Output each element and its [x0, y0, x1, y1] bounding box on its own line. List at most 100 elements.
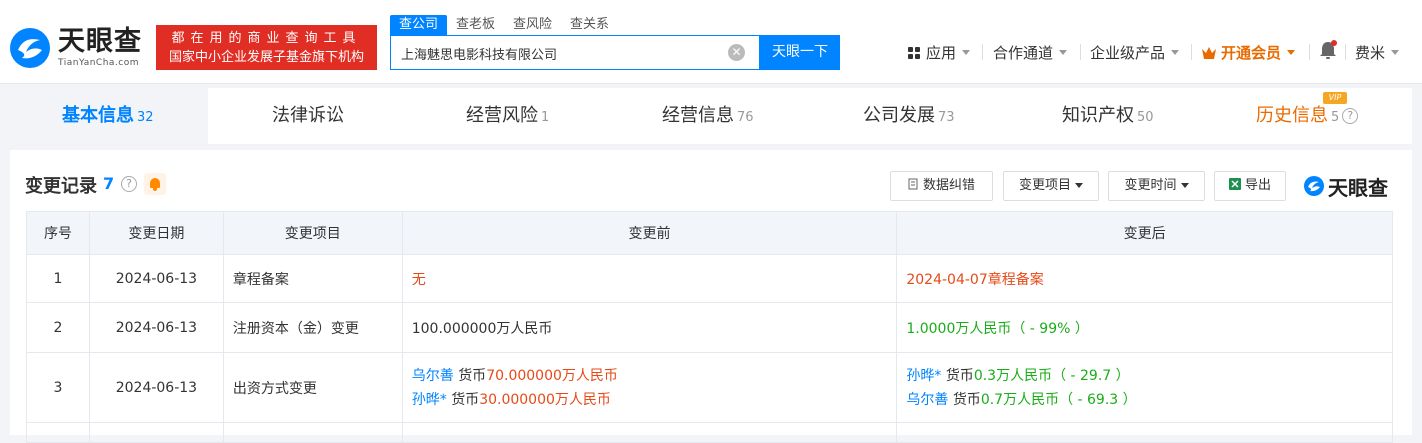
table-row: [26, 422, 1393, 443]
monitor-bell-icon[interactable]: [144, 173, 166, 195]
col-header-before: 变更前: [401, 211, 898, 255]
search-tab-risk[interactable]: 查风险: [504, 15, 561, 35]
search-input-value[interactable]: 上海魅思电影科技有限公司: [401, 44, 557, 63]
table-row: 1 2024-06-13 章程备案 无 2024-04-07章程备案: [26, 254, 1393, 303]
contribution-type: 货币: [952, 391, 981, 408]
section-count: 7: [103, 174, 115, 193]
shareholder-link[interactable]: 乌尔善: [412, 368, 454, 384]
chevron-down-icon: [1171, 50, 1180, 55]
nav-divider: [1309, 44, 1310, 60]
excel-icon: [1228, 178, 1241, 190]
tab-label: 法律诉讼: [272, 105, 344, 126]
nav-divider: [1345, 44, 1346, 60]
nav-user[interactable]: 费米: [1355, 42, 1400, 63]
chevron-down-icon: [1391, 50, 1400, 55]
nav-enterprise[interactable]: 企业级产品: [1090, 42, 1180, 63]
search-tab-company[interactable]: 查公司: [390, 15, 448, 35]
contribution-type: 货币: [945, 367, 974, 384]
nav-divider: [1080, 44, 1081, 60]
shareholder-line: 孙晔* 货币0.3万人民币（ - 29.7 ）: [906, 364, 1392, 388]
search-button[interactable]: 天眼一下: [760, 35, 840, 70]
table-header-row: 序号 变更日期 变更项目 变更前 变更后: [26, 211, 1393, 255]
data-correct-label: 数据纠错: [922, 178, 975, 193]
tab-basic-info[interactable]: 基本信息 32: [62, 88, 154, 144]
search-input[interactable]: 上海魅思电影科技有限公司 ✕: [390, 35, 760, 70]
tab-ip[interactable]: 知识产权 50: [1062, 88, 1154, 144]
table-row: 3 2024-06-13 出资方式变更 乌尔善 货币70.000000万人民币 …: [26, 352, 1393, 423]
tab-count: 50: [1137, 110, 1154, 125]
nav-apps-label: 应用: [926, 44, 957, 62]
tab-count: 73: [938, 110, 955, 125]
data-correct-button[interactable]: 数据纠错: [890, 171, 993, 201]
search-tab-boss[interactable]: 查老板: [447, 15, 504, 35]
help-icon[interactable]: ?: [1342, 108, 1359, 124]
cell-date: 2024-06-13: [88, 302, 224, 353]
shareholder-link[interactable]: 孙晔*: [906, 368, 941, 384]
chevron-down-icon: [1180, 183, 1189, 188]
brand-logo: 天眼查: [1303, 171, 1388, 201]
nav-divider: [1191, 44, 1192, 60]
cell-date: 2024-06-13: [88, 254, 224, 303]
notification-bell[interactable]: [1319, 40, 1337, 60]
shareholder-line: 孙晔* 货币30.000000万人民币: [412, 388, 897, 412]
clear-search-icon[interactable]: ✕: [728, 44, 745, 61]
change-item-filter[interactable]: 变更项目: [1003, 171, 1099, 201]
slogan-line2: 国家中小企业发展子基金旗下机构: [168, 49, 364, 65]
change-record-table: 序号 变更日期 变更项目 变更前 变更后 1 2024-06-13 章程备案 无…: [26, 211, 1393, 443]
search-tab-relation[interactable]: 查关系: [561, 15, 618, 35]
cell-item: 出资方式变更: [222, 352, 403, 423]
tianyancha-logo[interactable]: 天眼查 TianYanCha.com: [8, 24, 148, 72]
tab-company-development[interactable]: 公司发展 73: [863, 88, 955, 144]
cell-after: 孙晔* 货币0.3万人民币（ - 29.7 ） 乌尔善 货币0.7万人民币（ -…: [896, 352, 1393, 423]
brand-logo-text: 天眼查: [1328, 175, 1388, 200]
shareholder-link[interactable]: 孙晔*: [412, 392, 447, 408]
shareholder-line: 乌尔善 货币70.000000万人民币: [412, 364, 897, 388]
nav-enterprise-label: 企业级产品: [1090, 44, 1166, 62]
tab-business-risk[interactable]: 经营风险 1: [466, 88, 549, 144]
tab-count: 76: [737, 110, 754, 125]
contribution-amount: 30.000000万人民币: [479, 391, 611, 408]
vip-badge: VIP: [1323, 92, 1347, 104]
change-time-filter[interactable]: 变更时间: [1108, 171, 1205, 201]
tab-business-info[interactable]: 经营信息 76: [662, 88, 754, 144]
export-button[interactable]: 导出: [1214, 171, 1286, 201]
change-item-label: 变更项目: [1018, 178, 1071, 193]
change-time-label: 变更时间: [1124, 178, 1177, 193]
shareholder-link[interactable]: 乌尔善: [906, 392, 948, 408]
logo-mark-icon: [8, 26, 52, 70]
cell-before: 无: [401, 254, 898, 303]
chevron-down-icon: [1059, 50, 1068, 55]
nav-channel[interactable]: 合作通道: [993, 42, 1068, 63]
tab-label: 公司发展: [863, 105, 935, 126]
export-label: 导出: [1244, 178, 1271, 193]
col-header-after: 变更后: [896, 211, 1393, 255]
col-header-date: 变更日期: [88, 211, 224, 255]
tab-label: 经营风险: [466, 105, 538, 126]
tab-label: 知识产权: [1062, 105, 1134, 126]
cell-before: 100.000000万人民币: [401, 302, 898, 353]
tab-litigation[interactable]: 法律诉讼: [272, 88, 344, 144]
chevron-down-icon: [962, 50, 971, 55]
apps-grid-icon: [908, 46, 920, 59]
help-icon[interactable]: ?: [121, 176, 137, 192]
slogan-line1: 都在用的商业查询工具: [171, 30, 362, 46]
document-edit-icon: [908, 178, 918, 190]
col-header-item: 变更项目: [222, 211, 403, 255]
nav-user-label: 费米: [1355, 44, 1386, 62]
search-type-tabs: 查公司 查老板 查风险 查关系: [390, 15, 618, 35]
nav-vip[interactable]: 开通会员: [1201, 42, 1296, 63]
tab-count: 5: [1331, 110, 1340, 125]
tab-label: 历史信息: [1256, 105, 1328, 126]
brand-logo-icon: [1304, 176, 1324, 196]
company-tabs: 基本信息 32 法律诉讼 经营风险 1 经营信息 76 公司发展 73 知识产权 50 历…: [10, 88, 1412, 144]
crown-icon: [1202, 46, 1216, 59]
cell-no: 2: [26, 302, 90, 353]
tab-label: 基本信息: [62, 105, 134, 126]
cell-item: 注册资本（金）变更: [222, 302, 403, 353]
chevron-down-icon: [1287, 50, 1296, 55]
nav-channel-label: 合作通道: [993, 44, 1054, 62]
nav-apps[interactable]: 应用: [907, 42, 971, 63]
contribution-amount: 0.3万人民币（ - 29.7 ）: [973, 367, 1130, 384]
slogan-banner: 都在用的商业查询工具 国家中小企业发展子基金旗下机构: [156, 25, 377, 70]
logo-subtitle: TianYanCha.com: [58, 58, 140, 68]
